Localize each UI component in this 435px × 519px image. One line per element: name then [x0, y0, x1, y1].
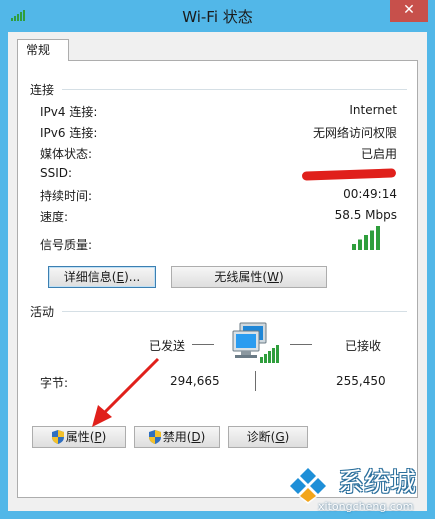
uac-shield-icon [51, 430, 64, 444]
ipv6-value: 无网络访问权限 [312, 126, 397, 140]
title-bar: Wi-Fi 状态 ✕ [0, 0, 435, 32]
ipv6-label: IPv6 连接: [40, 126, 98, 140]
sent-label: 已发送 [149, 339, 186, 353]
diagnose-button-suffix: ) [284, 430, 290, 444]
red-arrow-annotation [92, 357, 160, 427]
bytes-separator [255, 371, 256, 391]
diagnose-button-key: G [275, 430, 285, 444]
duration-value: 00:49:14 [343, 187, 397, 201]
signal-bar [358, 239, 362, 250]
connection-group-label: 连接 [30, 83, 55, 97]
received-label: 已接收 [345, 339, 382, 353]
details-button-key: E [116, 270, 125, 284]
activity-group-divider [62, 311, 407, 312]
signal-bar [376, 226, 380, 250]
duration-label: 持续时间: [40, 189, 93, 203]
received-divider-line [290, 344, 312, 345]
ssid-label: SSID: [40, 166, 73, 180]
activity-group-label: 活动 [30, 305, 55, 319]
disable-button-key: D [191, 430, 201, 444]
wireless-properties-button-text: 无线属性( [214, 270, 268, 284]
general-tab-panel: 连接 IPv4 连接: Internet IPv6 连接: 无网络访问权限 媒体… [17, 60, 418, 498]
wireless-properties-button-suffix: ) [278, 270, 284, 284]
watermark-url: xitongcheng.com [318, 500, 414, 513]
bytes-label: 字节: [40, 376, 69, 390]
close-button[interactable]: ✕ [390, 0, 428, 22]
watermark-title: 系统城 [338, 468, 417, 498]
network-computers-icon [232, 322, 279, 363]
details-button-suffix: )... [124, 270, 141, 284]
wireless-properties-button-key: W [267, 270, 279, 284]
speed-value: 58.5 Mbps [334, 208, 397, 222]
media-state-value: 已启用 [360, 147, 397, 161]
dialog-client-area: 常规 连接 IPv4 连接: Internet IPv6 连接: 无网络访问权限… [8, 32, 427, 511]
xitongcheng-watermark: 系统城 xitongcheng.com [282, 458, 432, 516]
disable-button-suffix: ) [200, 430, 206, 444]
tab-general[interactable]: 常规 [17, 39, 69, 61]
diagnose-button-text: 诊断( [246, 430, 276, 444]
diagnose-button[interactable]: 诊断(G) [228, 426, 308, 448]
wireless-properties-button[interactable]: 无线属性(W) [171, 266, 327, 288]
speed-label: 速度: [40, 210, 69, 224]
ipv4-value: Internet [349, 103, 397, 117]
sent-divider-line [192, 344, 214, 345]
media-state-label: 媒体状态: [40, 147, 93, 161]
ipv4-label: IPv4 连接: [40, 105, 98, 119]
connection-group-divider [62, 89, 407, 90]
signal-strength-icon [352, 226, 380, 250]
signal-bar [364, 235, 368, 250]
bytes-sent-value: 294,665 [170, 374, 220, 388]
window-title: Wi-Fi 状态 [182, 8, 253, 26]
signal-quality-label: 信号质量: [40, 238, 93, 252]
details-button[interactable]: 详细信息(E)... [48, 266, 156, 288]
signal-bar [352, 244, 356, 250]
signal-bar [370, 230, 374, 250]
bytes-received-value: 255,450 [336, 374, 386, 388]
details-button-text: 详细信息( [63, 270, 117, 284]
xitongcheng-logo-icon [282, 464, 334, 504]
